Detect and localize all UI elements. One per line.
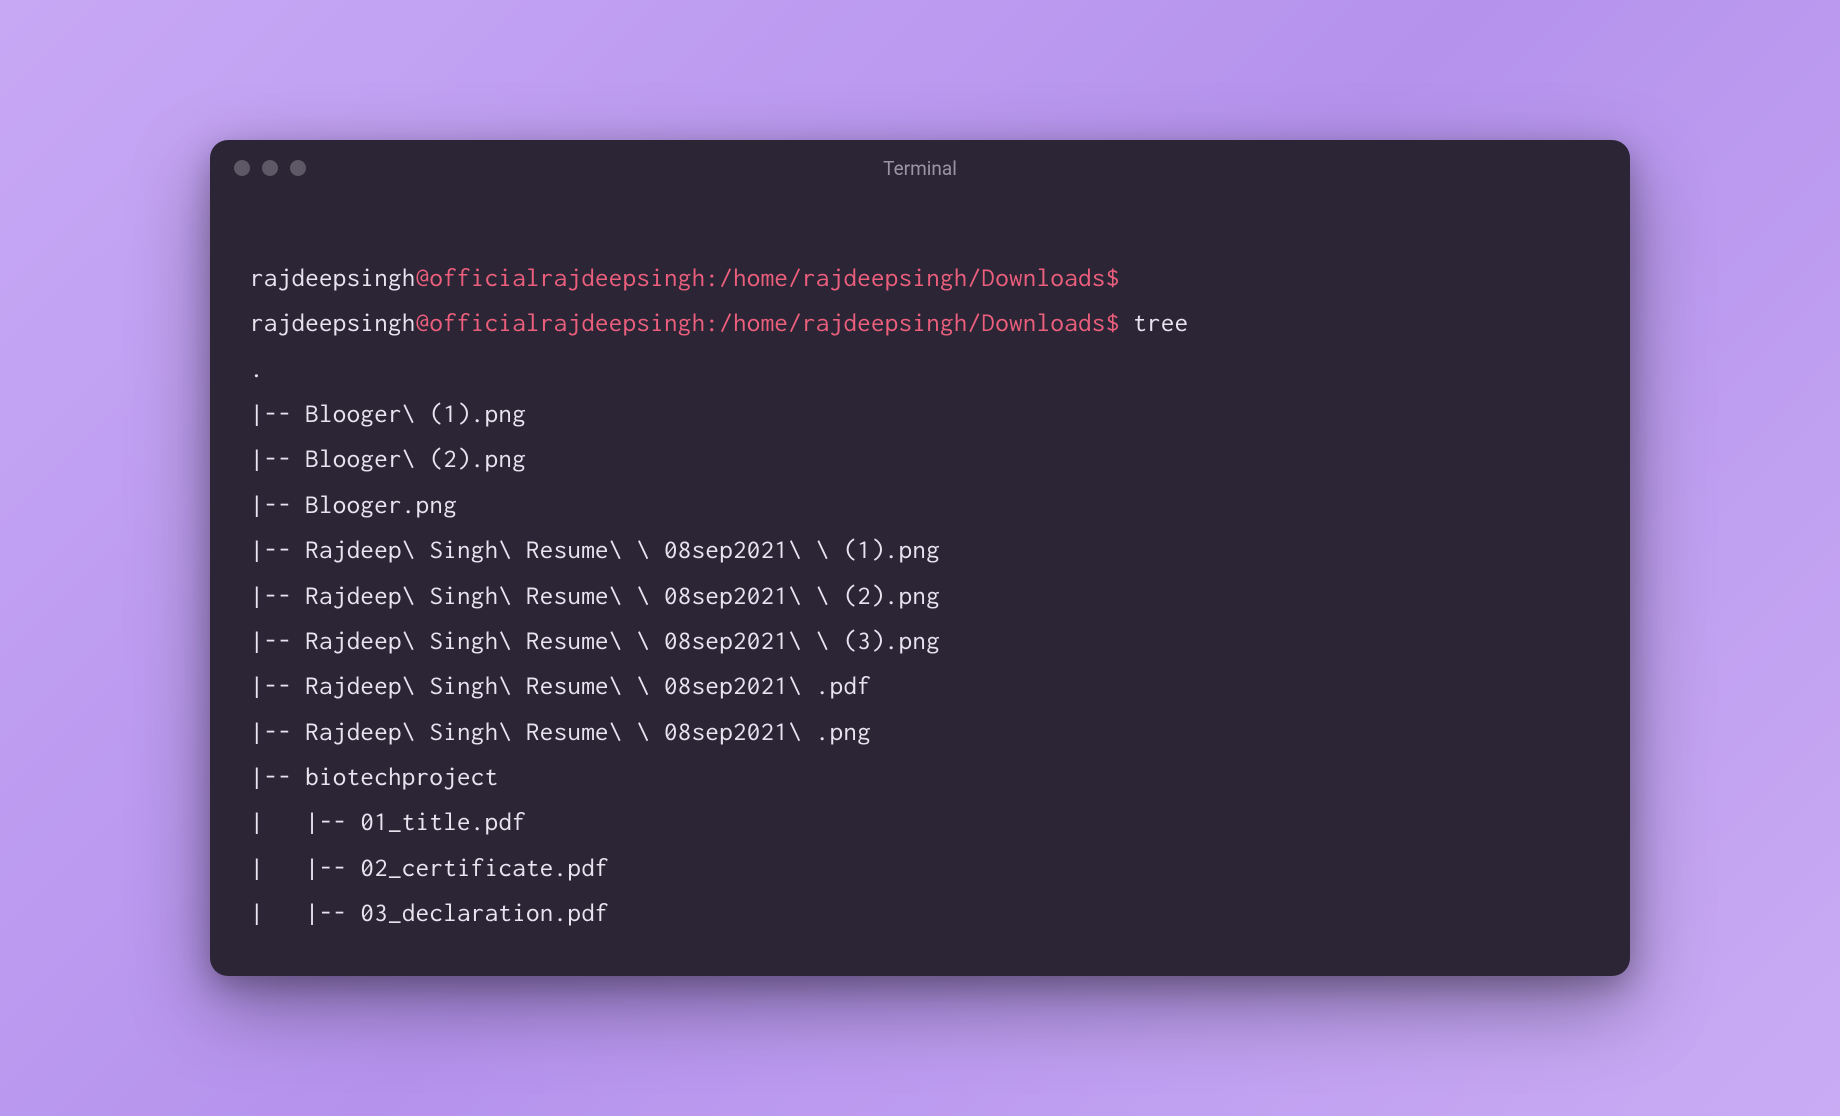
maximize-icon[interactable] bbox=[290, 160, 306, 176]
prompt-user: rajdeepsingh bbox=[250, 309, 416, 337]
output-line: |-- Rajdeep\ Singh\ Resume\ \ 08sep2021\… bbox=[250, 574, 1590, 619]
output-line: |-- Rajdeep\ Singh\ Resume\ \ 08sep2021\… bbox=[250, 664, 1590, 709]
prompt-user: rajdeepsingh bbox=[250, 264, 416, 292]
prompt-line: rajdeepsingh@officialrajdeepsingh:/home/… bbox=[250, 256, 1590, 301]
prompt-path: @officialrajdeepsingh:/home/rajdeepsingh… bbox=[416, 309, 1120, 337]
titlebar: Terminal bbox=[210, 140, 1630, 196]
prompt-command: tree bbox=[1119, 309, 1188, 337]
output-line: |-- Blooger.png bbox=[250, 483, 1590, 528]
output-line: |-- Blooger\ (1).png bbox=[250, 392, 1590, 437]
output-line: |-- biotechproject bbox=[250, 755, 1590, 800]
output-line: | |-- 03_declaration.pdf bbox=[250, 891, 1590, 936]
terminal-window: Terminal rajdeepsingh@officialrajdeepsin… bbox=[210, 140, 1630, 976]
window-title: Terminal bbox=[883, 157, 957, 180]
output-line: |-- Rajdeep\ Singh\ Resume\ \ 08sep2021\… bbox=[250, 710, 1590, 755]
output-line: . bbox=[250, 347, 1590, 392]
prompt-path: @officialrajdeepsingh:/home/rajdeepsingh… bbox=[416, 264, 1120, 292]
close-icon[interactable] bbox=[234, 160, 250, 176]
output-line: |-- Blooger\ (2).png bbox=[250, 437, 1590, 482]
output-line: | |-- 01_title.pdf bbox=[250, 800, 1590, 845]
prompt-line: rajdeepsingh@officialrajdeepsingh:/home/… bbox=[250, 301, 1590, 346]
minimize-icon[interactable] bbox=[262, 160, 278, 176]
window-controls bbox=[234, 160, 306, 176]
output-line: | |-- 02_certificate.pdf bbox=[250, 846, 1590, 891]
output-line: |-- Rajdeep\ Singh\ Resume\ \ 08sep2021\… bbox=[250, 528, 1590, 573]
output-line: |-- Rajdeep\ Singh\ Resume\ \ 08sep2021\… bbox=[250, 619, 1590, 664]
terminal-body[interactable]: rajdeepsingh@officialrajdeepsingh:/home/… bbox=[210, 196, 1630, 976]
